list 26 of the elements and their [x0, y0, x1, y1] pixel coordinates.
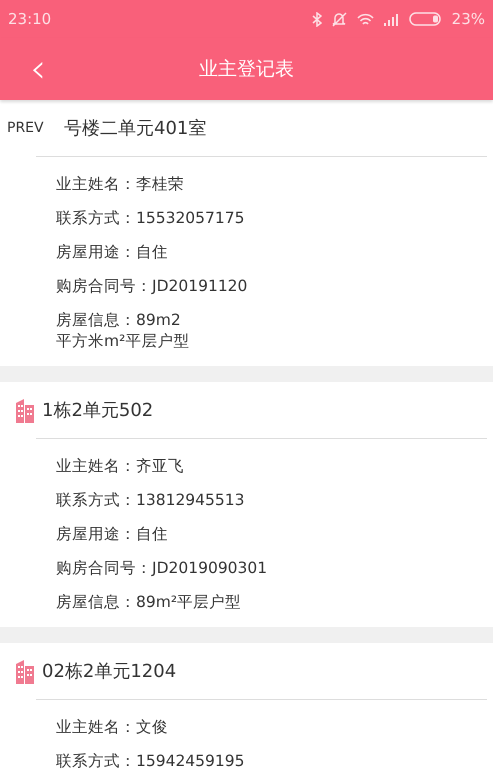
status-time: 23:10 [8, 10, 52, 28]
info-line: 联系方式：15532057175 [56, 208, 246, 228]
info-line: 业主姓名：文俊 [56, 716, 169, 738]
info-line: 业主姓名：李桂荣 [56, 174, 185, 194]
bluetooth-icon [312, 12, 322, 26]
info-line: 房屋用途：自住 [56, 242, 169, 262]
info-line: 购房合同号：JD20191120 [56, 276, 248, 296]
info-line: 房屋信息：89m2 平方米m²平层户型 [56, 310, 190, 352]
info-line: 房屋用途：自住 [56, 524, 169, 544]
card-title: 号楼二单元401室 [64, 117, 206, 140]
mute-icon [330, 12, 348, 26]
info-line: 购房合同号：JD2019090301 [56, 558, 268, 578]
card-title: 02栋2单元1204 [42, 660, 176, 683]
building-icon [14, 397, 36, 423]
info-line: 业主姓名：齐亚飞 [56, 456, 185, 476]
info-line: 联系方式：15942459195 [56, 750, 246, 772]
info-line: 房屋信息：89m²平层户型 [56, 592, 242, 612]
page-title: 业主登记表 [199, 58, 294, 80]
signal-icon [382, 12, 400, 26]
battery-icon [408, 12, 443, 26]
card-title: 1栋2单元502 [42, 399, 154, 422]
building-icon [14, 658, 36, 684]
prev-label[interactable]: PREV [7, 120, 44, 136]
wifi-icon [356, 12, 374, 26]
info-line: 联系方式：13812945513 [56, 490, 246, 510]
battery-percent: 23% [452, 10, 485, 28]
